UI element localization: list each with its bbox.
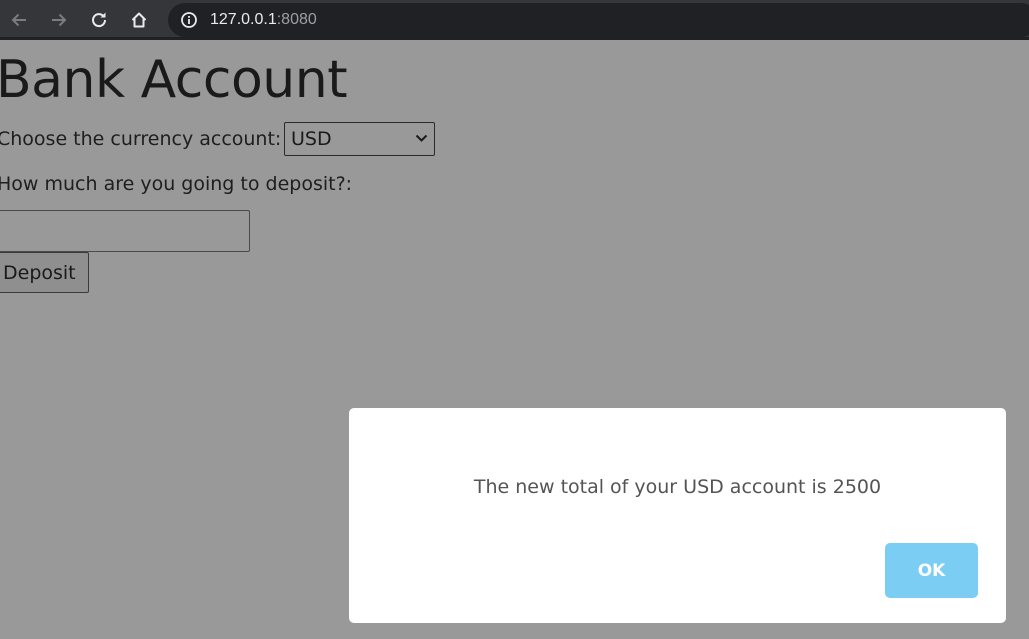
browser-toolbar: 127.0.0.1:8080 <box>0 0 1029 40</box>
info-icon[interactable] <box>181 12 197 28</box>
reload-icon <box>92 12 107 28</box>
home-icon <box>131 12 147 28</box>
currency-select[interactable]: USD <box>284 122 435 156</box>
deposit-button[interactable]: Deposit <box>0 252 89 293</box>
ok-button[interactable]: OK <box>885 543 978 598</box>
home-button[interactable] <box>127 8 151 32</box>
url-host: 127.0.0.1 <box>210 11 277 28</box>
arrow-right-icon <box>52 13 67 27</box>
back-button[interactable] <box>7 8 31 32</box>
deposit-amount-input[interactable] <box>0 210 250 252</box>
url-text[interactable]: 127.0.0.1:8080 <box>210 10 317 30</box>
forward-button[interactable] <box>47 8 71 32</box>
reload-button[interactable] <box>87 8 111 32</box>
deposit-amount-label: How much are you going to deposit?: <box>0 173 353 195</box>
arrow-left-icon <box>11 13 26 27</box>
chevron-down-icon <box>415 134 428 142</box>
alert-dialog: The new total of your USD account is 250… <box>349 408 1006 623</box>
page-title: Bank Account <box>0 50 348 110</box>
currency-selected-value: USD <box>291 128 332 150</box>
currency-label: Choose the currency account: <box>0 128 282 150</box>
alert-message: The new total of your USD account is 250… <box>473 476 882 498</box>
url-port: :8080 <box>276 11 317 28</box>
address-bar[interactable]: 127.0.0.1:8080 <box>168 3 1029 37</box>
